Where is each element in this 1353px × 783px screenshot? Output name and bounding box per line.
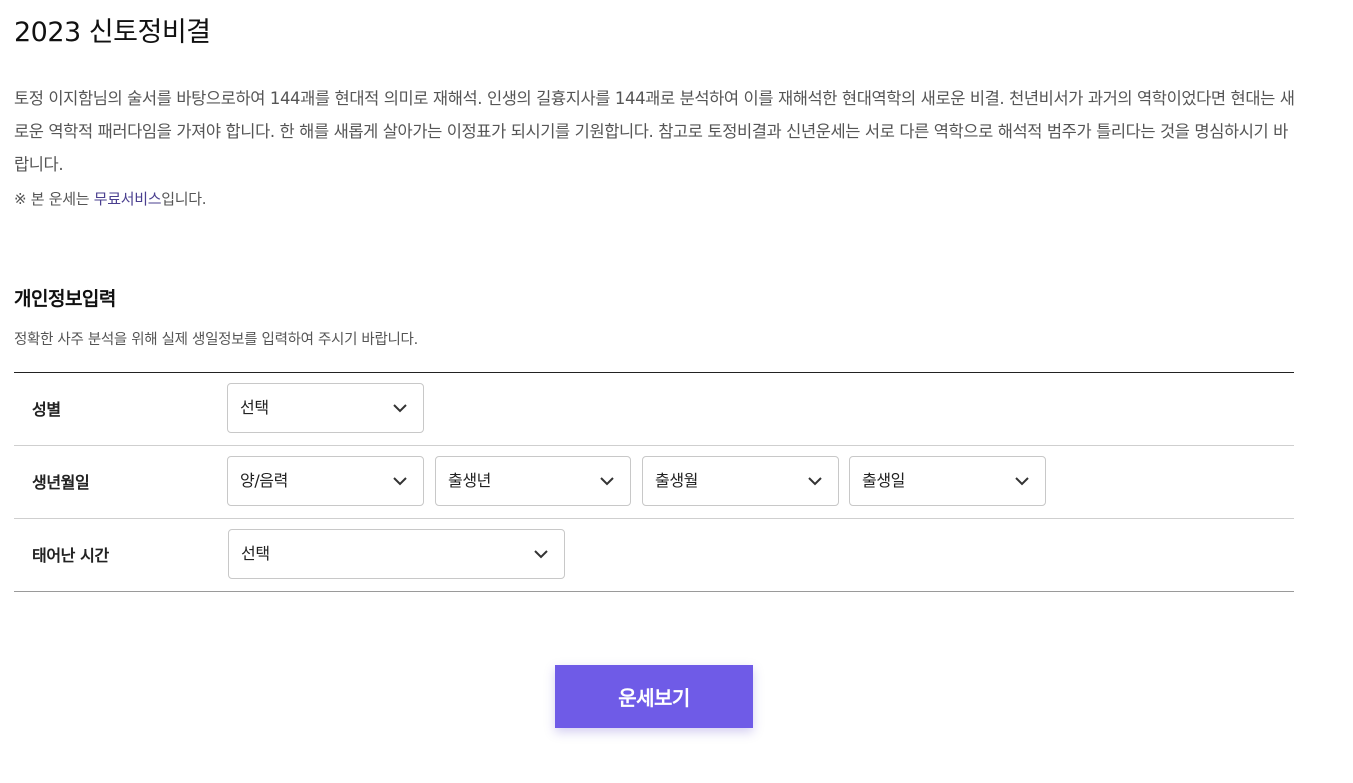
gender-select-value: 선택	[240, 398, 269, 417]
birth-month-select[interactable]: 출생월	[642, 456, 839, 506]
chevron-down-icon	[393, 477, 407, 486]
birth-year-value: 출생년	[448, 471, 491, 490]
note-prefix: ※ 본 운세는	[14, 190, 94, 208]
chevron-down-icon	[600, 477, 614, 486]
chevron-down-icon	[393, 404, 407, 413]
section-description: 정확한 사주 분석을 위해 실제 생일정보를 입력하여 주시기 바랍니다.	[14, 332, 418, 348]
free-service-note: ※ 본 운세는 무료서비스입니다.	[14, 188, 206, 209]
birth-day-select[interactable]: 출생일	[849, 456, 1046, 506]
calendar-type-select[interactable]: 양/음력	[227, 456, 424, 506]
chevron-down-icon	[1015, 477, 1029, 486]
personal-info-form: 성별 선택 생년월일 양/음력 출생년 출생월 출생일 태어난 시간 선택	[14, 372, 1294, 592]
section-title: 개인정보입력	[14, 288, 116, 310]
calendar-type-value: 양/음력	[240, 471, 288, 490]
birth-label: 생년월일	[32, 473, 90, 492]
birth-day-value: 출생일	[862, 471, 905, 490]
birth-time-row: 태어난 시간 선택	[14, 519, 1294, 592]
birth-year-select[interactable]: 출생년	[435, 456, 631, 506]
page-title: 2023 신토정비결	[14, 17, 211, 48]
birth-row: 생년월일 양/음력 출생년 출생월 출생일	[14, 446, 1294, 519]
view-fortune-button[interactable]: 운세보기	[555, 665, 753, 728]
chevron-down-icon	[808, 477, 822, 486]
birth-time-label: 태어난 시간	[32, 546, 109, 565]
chevron-down-icon	[534, 550, 548, 559]
intro-text: 토정 이지함님의 술서를 바탕으로하여 144괘를 현대적 의미로 재해석. 인…	[14, 89, 1295, 174]
birth-month-value: 출생월	[655, 471, 698, 490]
note-highlight: 무료서비스	[93, 190, 162, 208]
birth-time-value: 선택	[241, 544, 270, 563]
birth-time-select[interactable]: 선택	[228, 529, 565, 579]
page: 2023 신토정비결 토정 이지함님의 술서를 바탕으로하여 144괘를 현대적…	[0, 0, 1353, 783]
note-suffix: 입니다.	[161, 190, 207, 208]
gender-row: 성별 선택	[14, 373, 1294, 446]
gender-label: 성별	[32, 400, 61, 419]
gender-select[interactable]: 선택	[227, 383, 424, 433]
